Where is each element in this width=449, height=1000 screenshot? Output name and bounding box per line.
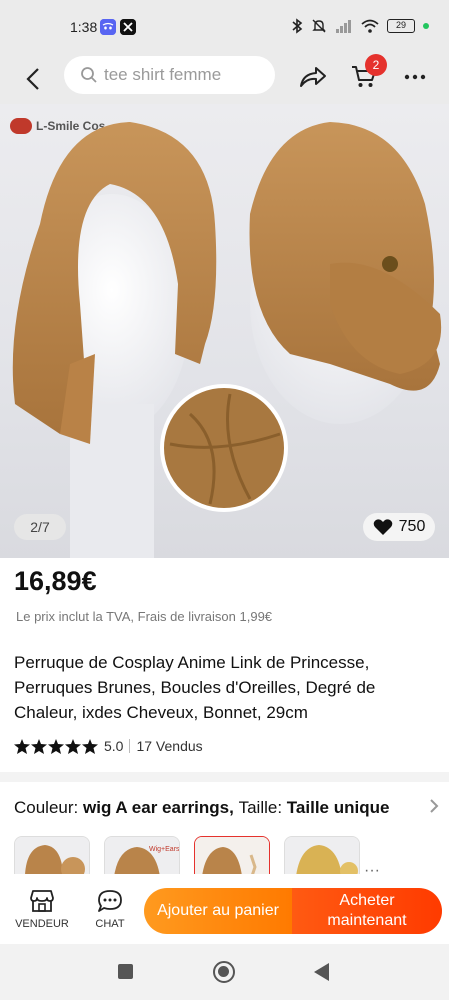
color-label: Couleur: — [14, 798, 79, 817]
chat-button[interactable]: CHAT — [80, 888, 140, 930]
product-price: 16,89€ — [14, 566, 97, 596]
recent-apps-button[interactable] — [118, 964, 133, 979]
bluetooth-icon — [292, 18, 303, 34]
color-value: wig A ear earrings, — [83, 798, 234, 817]
more-dots-icon — [404, 74, 426, 80]
more-options-button[interactable] — [398, 60, 432, 94]
star-icon — [82, 738, 98, 754]
share-button[interactable] — [296, 60, 330, 94]
x-icon — [120, 19, 136, 35]
variant-selector[interactable]: Couleur: wig A ear earrings, Taille: Tai… — [14, 798, 439, 818]
store-icon — [30, 890, 54, 912]
chat-icon — [98, 890, 122, 912]
chevron-left-icon — [26, 68, 39, 90]
privacy-dot — [423, 23, 429, 29]
product-image-gallery[interactable]: L-Smile Cos 2/7 750 — [0, 104, 449, 558]
mute-bell-icon — [312, 19, 326, 33]
cart-button[interactable]: 2 — [347, 54, 387, 94]
status-icons: 29 — [291, 18, 429, 34]
search-icon — [81, 67, 97, 83]
rating-stars — [14, 738, 98, 754]
search-placeholder: tee shirt femme — [104, 65, 222, 84]
rating-divider — [129, 739, 131, 753]
sold-count: 17 Vendus — [136, 738, 203, 754]
back-button[interactable] — [16, 62, 50, 96]
seller-label: VENDEUR — [15, 918, 69, 930]
search-input[interactable]: tee shirt femme — [64, 56, 275, 94]
system-back-button[interactable] — [314, 963, 329, 981]
tax-shipping-note: Le prix inclut la TVA, Frais de livraiso… — [16, 609, 273, 624]
signal-icon — [336, 20, 351, 33]
section-divider — [0, 772, 449, 782]
share-icon — [300, 67, 326, 87]
wig-photo — [12, 122, 442, 558]
rating-row[interactable]: 5.0 17 Vendus — [14, 738, 203, 754]
heart-icon — [373, 519, 392, 535]
system-navigation-bar — [0, 944, 449, 1000]
size-value: Taille unique — [286, 798, 390, 817]
buy-now-button[interactable]: Acheter maintenant — [292, 888, 442, 934]
product-title: Perruque de Cosplay Anime Link de Prince… — [14, 653, 376, 722]
svg-text:Wig+Ears: Wig+Ears — [149, 846, 180, 853]
home-button[interactable] — [213, 961, 235, 983]
star-icon — [65, 738, 81, 754]
status-time: 1:38 — [70, 19, 98, 35]
likes-count: 750 — [398, 518, 426, 535]
star-icon — [31, 738, 47, 754]
size-label: Taille: — [238, 798, 283, 817]
star-icon — [48, 738, 64, 754]
chevron-right-icon — [429, 798, 439, 819]
wifi-icon — [361, 19, 379, 33]
battery-indicator: 29 — [387, 19, 415, 33]
rating-value: 5.0 — [104, 738, 124, 754]
image-counter: 2/7 — [14, 514, 66, 540]
wishlist-button[interactable]: 750 — [363, 513, 435, 541]
status-bar: 1:38 29 — [0, 0, 449, 52]
cart-count-badge: 2 — [365, 54, 387, 76]
bottom-action-bar: VENDEUR CHAT Ajouter au panier Acheter m… — [0, 874, 449, 944]
star-icon — [14, 738, 30, 754]
top-header: tee shirt femme 2 — [0, 52, 449, 104]
discord-icon — [100, 19, 116, 35]
add-to-cart-button[interactable]: Ajouter au panier — [144, 888, 292, 934]
seller-button[interactable]: VENDEUR — [12, 888, 72, 930]
chat-label: CHAT — [95, 918, 125, 930]
purchase-buttons: Ajouter au panier Acheter maintenant — [144, 888, 442, 934]
